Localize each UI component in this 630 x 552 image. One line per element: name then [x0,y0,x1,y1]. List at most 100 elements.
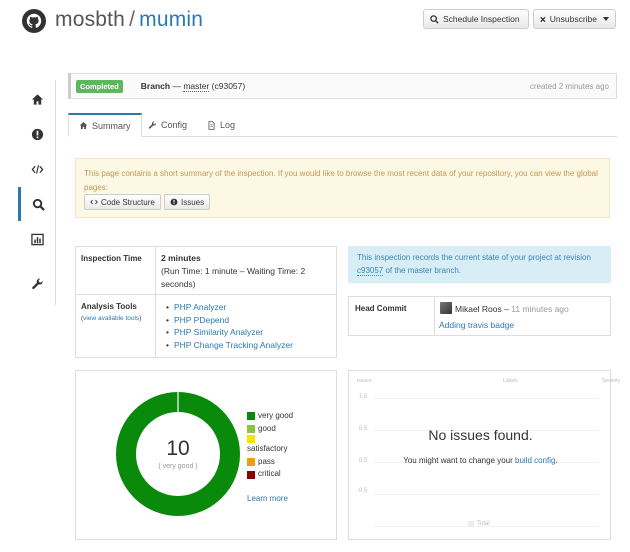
status-badge: Completed [76,79,123,93]
sidebar-item-code[interactable] [18,152,56,186]
chevron-down-icon [603,17,609,21]
legend-label: good [258,423,276,433]
tab-log[interactable]: Log [197,113,245,137]
sidebar-item-home[interactable] [18,82,56,116]
legend-item: very good [247,410,293,423]
code-structure-button[interactable]: Code Structure [84,194,161,210]
analysis-tools-label: Analysis Tools [81,302,137,311]
inspection-time-detail: (Run Time: 1 minute – Waiting Time: 2 se… [161,266,306,289]
summary-notice: This page contains a short summary of th… [75,158,610,218]
home-icon [31,93,43,105]
commit-dash: – [504,304,509,314]
commit-author: Mikael Roos [455,304,502,314]
issues-button[interactable]: Issues [164,194,211,210]
legend-swatch [247,470,255,479]
tool-link[interactable]: PHP Change Tracking Analyzer [166,339,293,352]
no-issues-title: No issues found. [428,427,533,443]
view-available-tools-link[interactable]: view available tools [83,315,139,322]
branch-label: Branch [140,81,171,91]
branch-name: master [183,81,210,92]
legend-swatch [247,435,255,444]
code-icon [31,164,43,174]
legend-item: good [247,423,293,436]
legend-swatch [468,521,474,527]
sidebar-item-issues[interactable] [18,117,56,151]
inspection-time-label: Inspection Time [81,254,142,263]
tab-config[interactable]: Config [138,113,197,137]
chart-gridline [373,398,599,399]
unsubscribe-button[interactable]: Unsubscribe [533,9,616,29]
chart-header-labels: Labels [503,378,518,384]
legend-label: pass [258,456,275,466]
table-row: Inspection Time 2 minutes (Run Time: 1 m… [76,247,336,295]
no-issues-sub-before: You might want to change your [403,456,513,465]
legend-item: critical [247,468,293,481]
inspection-status-bar: Completed Branch — master (c93057) creat… [68,73,617,99]
tool-link[interactable]: PHP Analyzer [166,301,293,314]
legend-label: critical [258,469,281,479]
home-icon [79,121,88,130]
legend-label: satisfactory [247,444,288,454]
head-commit-table: Head Commit Mikael Roos – 11 minutes ago… [348,296,611,336]
commit-ref: (c93057) [211,81,246,91]
search-icon [430,14,439,24]
inspection-tabs: Summary Config Log [68,113,617,137]
legend-item: pass [247,456,293,469]
commit-message-link[interactable]: Adding travis badge [439,320,514,330]
legend-swatch [247,424,255,433]
table-row: Analysis Tools (view available tools) PH… [76,295,336,357]
issues-label: Issues [181,197,205,207]
wrench-icon [31,278,43,289]
quality-panel: 10 ( very good ) very good good satisfac… [75,370,337,540]
repo-title: mosbth / mumin [55,8,203,32]
tab-summary[interactable]: Summary [68,113,142,137]
learn-more-link[interactable]: Learn more [247,494,288,503]
chart-tick: 1.0 [359,394,368,400]
top-bar: mosbth / mumin Schedule Inspection Unsubsc… [0,0,630,44]
legend-label: very good [258,411,294,420]
chart-header-severity: Severity [602,378,621,384]
schedule-inspection-button[interactable]: Schedule Inspection [423,9,529,29]
tool-link[interactable]: PHP PDepend [166,314,293,327]
alert-icon [31,128,43,140]
repo-owner-link[interactable]: mosbth [55,8,125,31]
inspection-info-table: Inspection Time 2 minutes (Run Time: 1 m… [75,246,337,358]
sidebar-item-settings[interactable] [18,267,56,301]
issues-chart-panel: Issues Labels Severity 1.0 0.5 0.0 -0.5 … [348,370,620,540]
avatar [440,302,452,314]
commit-ago: 11 minutes ago [511,304,569,314]
search-icon [32,198,45,211]
close-icon [540,16,546,22]
code-structure-label: Code Structure [101,197,155,207]
chart-header-issues: Issues [357,378,372,384]
sidebar [18,80,56,305]
inspection-time-value: 2 minutes [161,253,201,263]
view-tools-wrapper: (view available tools) [81,315,142,322]
sidebar-item-inspections[interactable] [18,187,56,221]
file-icon [208,120,215,130]
build-config-link[interactable]: build config [515,456,555,465]
schedule-inspection-label: Schedule Inspection [443,14,520,24]
legend-swatch [247,412,255,421]
legend-item [247,435,293,444]
tool-link[interactable]: PHP Similarity Analyzer [166,326,293,339]
tab-summary-label: Summary [92,120,131,131]
sidebar-item-statistics[interactable] [18,222,56,256]
alert-icon [170,198,178,206]
legend-swatch [247,458,255,467]
no-issues-subtitle: You might want to change your build conf… [349,456,612,465]
wrench-icon [148,120,157,129]
notice-text: This page contains a short summary of th… [84,169,598,192]
tab-log-label: Log [220,120,236,130]
analysis-tools-list: PHP Analyzer PHP PDepend PHP Similarity … [166,301,293,351]
quality-rating: ( very good ) [158,463,198,470]
no-issues-sub-after: . [555,456,558,465]
quality-score: 10 [166,437,190,460]
chart-icon [30,233,44,245]
commit-author-line: Mikael Roos – 11 minutes ago [455,304,569,314]
code-icon [90,199,98,205]
table-divider [434,297,435,335]
head-commit-label: Head Commit [355,304,407,313]
total-label: Total [477,521,490,527]
repo-name-link[interactable]: mumin [139,8,203,31]
